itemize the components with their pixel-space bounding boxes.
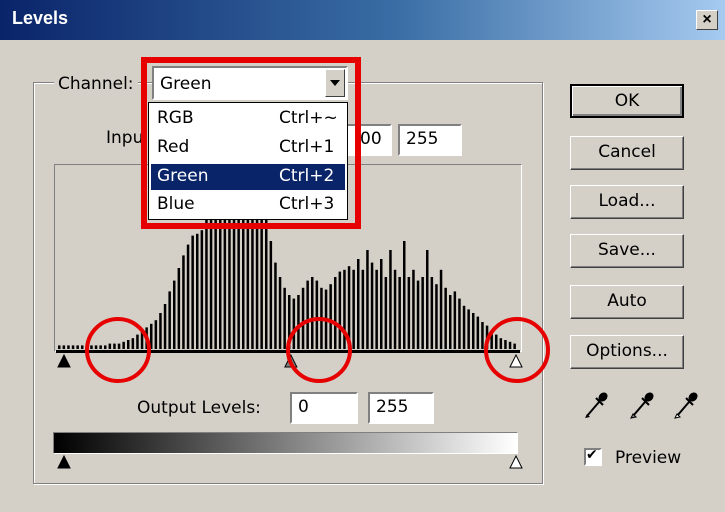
histogram-bar [439, 269, 443, 349]
input-white-value: 255 [406, 129, 439, 149]
ok-button[interactable]: OK [570, 84, 684, 118]
histogram-bar [467, 309, 470, 349]
annotation-circle-white-point [484, 317, 550, 383]
histogram-bar [375, 269, 378, 349]
output-white-field[interactable]: 255 [368, 392, 434, 424]
histogram-bar [168, 291, 171, 349]
histogram-bar [361, 269, 365, 349]
input-gamma-value: 00 [360, 129, 382, 149]
histogram-bar [430, 277, 434, 349]
histogram-bar [58, 345, 61, 349]
histogram-bar [154, 320, 158, 349]
output-black-slider[interactable] [57, 454, 71, 469]
histogram-bar [393, 269, 397, 349]
output-white-value: 255 [376, 397, 409, 417]
histogram-bar [274, 262, 277, 349]
options-button[interactable]: Options... [570, 335, 684, 369]
histogram-bar [380, 259, 383, 349]
histogram-bar [352, 269, 355, 349]
output-gradient-bar [53, 432, 518, 454]
annotation-highlight-box [141, 57, 361, 229]
gray-eyedropper-icon[interactable] [629, 390, 655, 420]
histogram-bar [196, 233, 199, 349]
histogram-bar [403, 241, 406, 349]
histogram-bar [163, 304, 167, 349]
histogram-bar [173, 280, 176, 349]
histogram-bar [449, 295, 452, 349]
histogram-bar [67, 345, 70, 349]
channel-label: Channel: [54, 74, 138, 94]
auto-button[interactable]: Auto [570, 285, 684, 319]
annotation-circle-black-point [85, 317, 151, 383]
histogram-bar [200, 230, 204, 349]
input-levels-label: Inpu [106, 128, 144, 148]
histogram-bar [370, 262, 374, 349]
histogram-bar [476, 316, 480, 349]
histogram-bar [366, 250, 369, 349]
histogram-bar [269, 241, 273, 349]
histogram-bar [462, 305, 466, 349]
histogram-bar [421, 277, 424, 349]
white-eyedropper-icon[interactable] [673, 390, 699, 420]
histogram-bar [357, 259, 360, 349]
histogram-bar [398, 277, 401, 349]
checkmark-icon: ✔ [586, 447, 598, 463]
histogram-bar [453, 291, 457, 349]
histogram-bar [458, 298, 461, 349]
histogram-bar [186, 244, 190, 349]
input-black-point-slider[interactable] [57, 353, 71, 368]
output-white-slider[interactable] [509, 454, 523, 469]
cancel-button[interactable]: Cancel [570, 136, 684, 170]
histogram-bar [71, 345, 75, 349]
black-eyedropper-icon[interactable] [583, 390, 609, 420]
histogram-bar [81, 345, 84, 349]
histogram-bar [76, 345, 79, 349]
output-level-slider[interactable] [54, 454, 524, 472]
histogram-bar [407, 277, 411, 349]
histogram-bar [412, 269, 415, 349]
histogram-bar [62, 345, 66, 349]
load-button[interactable]: Load... [570, 185, 684, 219]
histogram-bar [205, 208, 208, 349]
preview-label: Preview [615, 448, 682, 468]
preview-checkbox[interactable]: ✔ [584, 447, 602, 466]
histogram-bar [389, 250, 392, 349]
title-bar: Levels × [0, 0, 725, 40]
histogram-bar [444, 287, 447, 349]
histogram-bar [278, 277, 282, 349]
output-levels-label: Output Levels: [137, 398, 261, 418]
histogram-bar [265, 219, 268, 349]
histogram-bar [416, 280, 420, 349]
save-button[interactable]: Save... [570, 234, 684, 268]
histogram-bar [159, 313, 162, 349]
close-button[interactable]: × [696, 10, 718, 30]
output-black-field[interactable]: 0 [290, 392, 358, 424]
histogram-bar [435, 284, 438, 349]
histogram-bar [191, 235, 194, 349]
histogram-bar [384, 277, 388, 349]
histogram-bar [426, 250, 429, 349]
histogram-bar [472, 313, 475, 349]
histogram-bar [177, 268, 181, 349]
input-white-field[interactable]: 255 [398, 124, 462, 156]
output-black-value: 0 [298, 397, 309, 417]
histogram-bar [182, 255, 185, 349]
annotation-circle-midtone [286, 317, 352, 383]
histogram-bar [283, 287, 286, 349]
window-title: Levels [12, 8, 69, 28]
